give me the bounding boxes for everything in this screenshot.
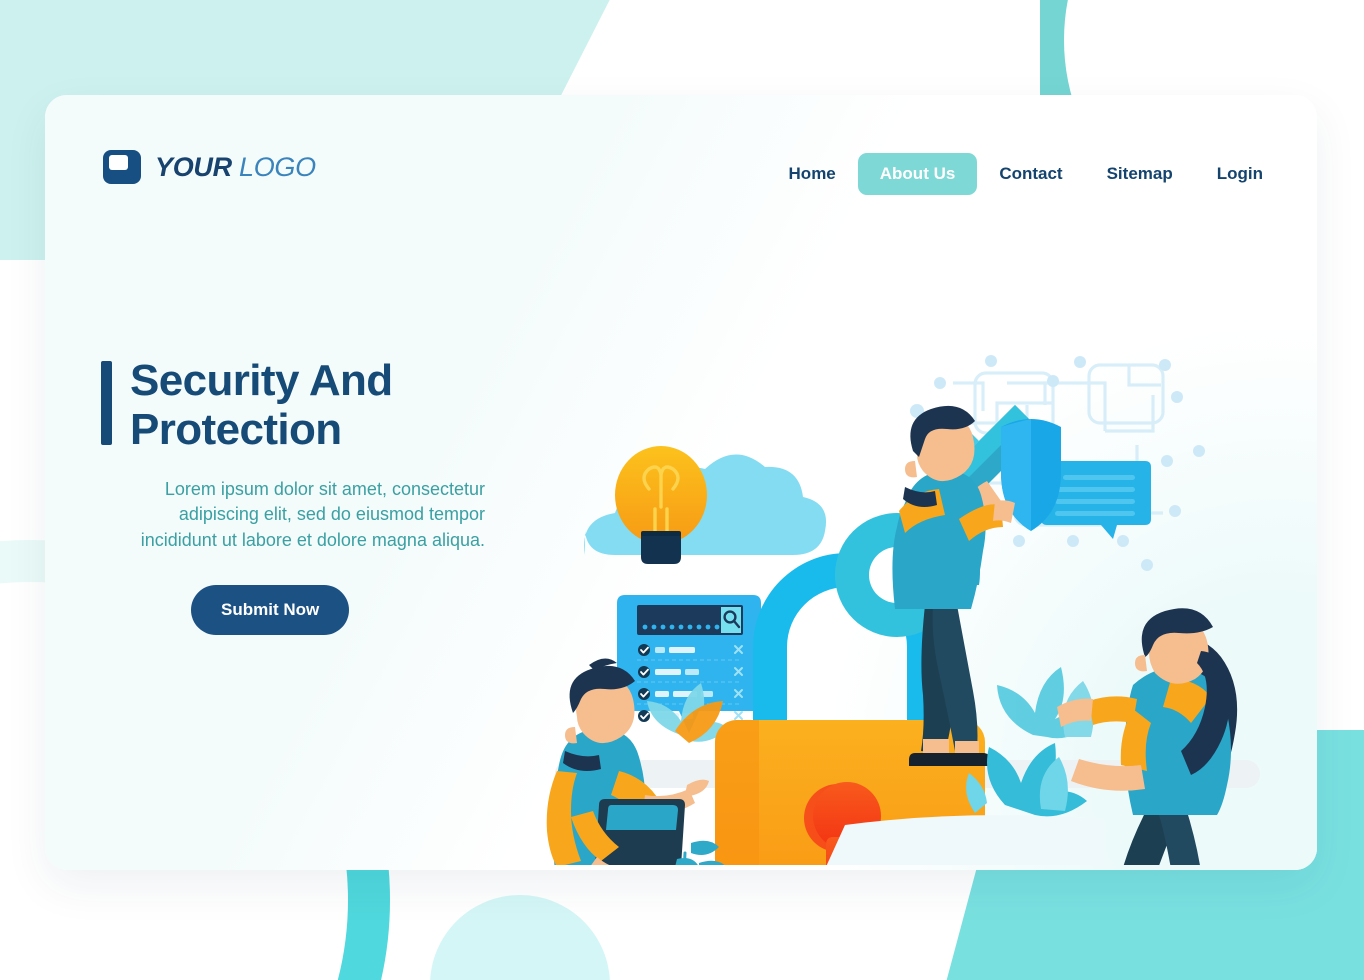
logo[interactable]: YOUR LOGO [103, 150, 316, 184]
hero-title-line-1: Security And [130, 356, 393, 405]
page-card: YOUR LOGO Home About Us Contact Sitemap … [45, 95, 1317, 870]
hero-title-row: Security And Protection [101, 356, 531, 455]
page-title: Security And Protection [130, 356, 393, 455]
hero-accent-bar [101, 361, 112, 445]
hero-section: Security And Protection Lorem ipsum dolor… [101, 356, 531, 636]
site-header: YOUR LOGO Home About Us Contact Sitemap … [45, 95, 1317, 255]
submit-now-button[interactable]: Submit Now [191, 585, 350, 636]
hero-title-line-2: Protection [130, 404, 342, 454]
pale-circle-bottom [430, 895, 610, 980]
hero-description: Lorem ipsum dolor sit amet, consectetur … [140, 478, 485, 550]
nav-item-home[interactable]: Home [767, 153, 858, 195]
nav-item-login[interactable]: Login [1195, 153, 1285, 195]
logo-text: YOUR LOGO [155, 152, 316, 183]
main-navigation: Home About Us Contact Sitemap Login [767, 153, 1285, 195]
nav-item-contact[interactable]: Contact [977, 153, 1084, 195]
cloud-lightbulb-icon [584, 446, 827, 564]
security-and-protection-illustration [485, 265, 1305, 865]
landing-page: YOUR LOGO Home About Us Contact Sitemap … [0, 0, 1364, 980]
nav-item-about-us[interactable]: About Us [857, 153, 978, 195]
logo-word-2: LOGO [239, 151, 316, 182]
window-square-icon [103, 150, 141, 184]
logo-word-1: YOUR [155, 151, 232, 182]
nav-item-sitemap[interactable]: Sitemap [1085, 153, 1195, 195]
